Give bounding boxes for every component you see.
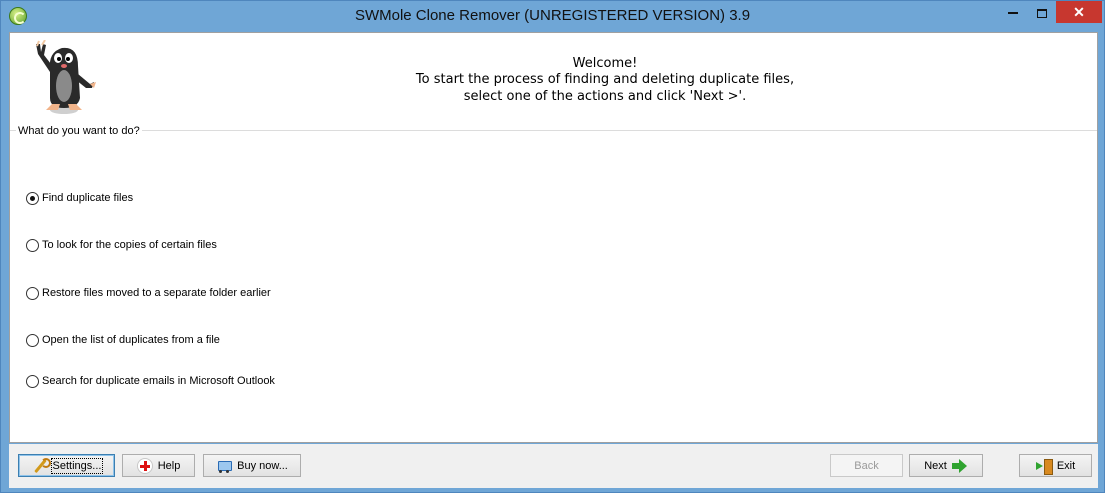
radio-look-for-copies[interactable] <box>26 238 39 252</box>
settings-button-label: Settings... <box>50 457 104 474</box>
maximize-icon <box>1037 8 1047 18</box>
option-label: Search for duplicate emails in Microsoft… <box>42 375 275 387</box>
option-label: Find duplicate files <box>42 192 134 204</box>
arrow-right-icon <box>951 458 968 474</box>
title-bar[interactable]: SWMole Clone Remover (UNREGISTERED VERSI… <box>1 1 1104 31</box>
option-label: To look for the copies of certain files <box>42 239 217 251</box>
window-title: SWMole Clone Remover (UNREGISTERED VERSI… <box>354 7 751 24</box>
help-button[interactable]: Help <box>122 454 195 477</box>
next-button-label: Next <box>924 459 947 472</box>
shopping-cart-icon <box>216 458 233 474</box>
radio-search-outlook-emails[interactable] <box>26 374 39 388</box>
option-restore-files[interactable]: Restore files moved to a separate folder… <box>26 285 271 301</box>
radio-open-duplicates-list[interactable] <box>26 333 39 347</box>
welcome-instruction-1: To start the process of finding and dele… <box>415 72 795 87</box>
wizard-panel: Welcome! To start the process of finding… <box>9 32 1098 443</box>
maximize-button[interactable] <box>1030 1 1054 23</box>
button-bar: Settings... Help Buy now... Back Next Ex… <box>9 444 1098 488</box>
welcome-heading: Welcome! <box>572 56 638 71</box>
next-button[interactable]: Next <box>909 454 983 477</box>
group-label: What do you want to do? <box>16 125 142 137</box>
buy-now-button[interactable]: Buy now... <box>203 454 301 477</box>
wrench-icon <box>32 457 51 474</box>
minimize-icon <box>1008 12 1018 15</box>
welcome-instruction-2: select one of the actions and click 'Nex… <box>463 89 747 104</box>
exit-button-label: Exit <box>1056 459 1076 472</box>
close-button[interactable]: ✕ <box>1056 1 1102 23</box>
help-cross-icon <box>136 457 153 474</box>
help-button-label: Help <box>157 459 181 472</box>
option-label: Restore files moved to a separate folder… <box>42 287 271 299</box>
buy-now-button-label: Buy now... <box>237 459 288 472</box>
minimize-button[interactable] <box>996 1 1030 23</box>
option-open-duplicates-list[interactable]: Open the list of duplicates from a file <box>26 332 220 348</box>
back-button[interactable]: Back <box>830 454 903 477</box>
exit-door-icon <box>1035 458 1053 475</box>
radio-find-duplicate-files[interactable] <box>26 191 39 205</box>
settings-button[interactable]: Settings... <box>18 454 115 477</box>
radio-restore-files[interactable] <box>26 286 39 300</box>
mole-mascot-icon <box>36 40 96 114</box>
option-look-for-copies[interactable]: To look for the copies of certain files <box>26 237 217 253</box>
exit-button[interactable]: Exit <box>1019 454 1092 477</box>
option-find-duplicate-files[interactable]: Find duplicate files <box>26 190 133 206</box>
option-search-outlook-emails[interactable]: Search for duplicate emails in Microsoft… <box>26 373 275 389</box>
option-label: Open the list of duplicates from a file <box>42 334 220 346</box>
app-window: SWMole Clone Remover (UNREGISTERED VERSI… <box>0 0 1105 493</box>
back-button-label: Back <box>854 459 879 472</box>
group-divider <box>10 130 1097 131</box>
